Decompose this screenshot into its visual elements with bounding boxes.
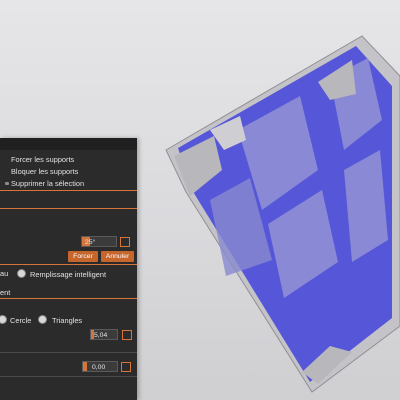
angle-field[interactable]: 25° [81, 236, 117, 247]
value-field-2[interactable]: 0,00 [82, 361, 118, 372]
circle-radio[interactable] [0, 315, 7, 324]
menu-item-delete-selection[interactable]: Supprimer la sélection [5, 179, 84, 188]
support-panel: Forcer les supports Bloquer les supports… [0, 138, 137, 400]
smart-fill-radio[interactable] [17, 269, 26, 278]
printed-model[interactable] [165, 35, 400, 393]
triangles-label: Triangles [52, 316, 83, 325]
cancel-button[interactable]: Annuler [101, 251, 134, 262]
circle-label: Cercle [10, 316, 32, 325]
edit-icon[interactable] [121, 362, 131, 372]
fill-option-label: au [0, 269, 9, 278]
menu-marker-icon [5, 182, 9, 185]
divider [0, 208, 137, 209]
menu-item-force-supports[interactable]: Forcer les supports [11, 155, 74, 164]
divider [0, 190, 137, 191]
divider [0, 298, 137, 299]
divider [0, 376, 137, 377]
edit-icon[interactable] [120, 237, 130, 247]
force-button[interactable]: Forcer [68, 251, 98, 262]
value-field-1[interactable]: 5,04 [90, 329, 118, 340]
menu-item-block-supports[interactable]: Bloquer les supports [11, 167, 78, 176]
edit-icon[interactable] [122, 330, 132, 340]
divider [0, 264, 137, 265]
panel-header [0, 138, 137, 150]
option-label: ent [0, 288, 11, 297]
smart-fill-label: Remplissage intelligent [30, 270, 106, 279]
divider [0, 352, 137, 353]
triangles-radio[interactable] [38, 315, 47, 324]
